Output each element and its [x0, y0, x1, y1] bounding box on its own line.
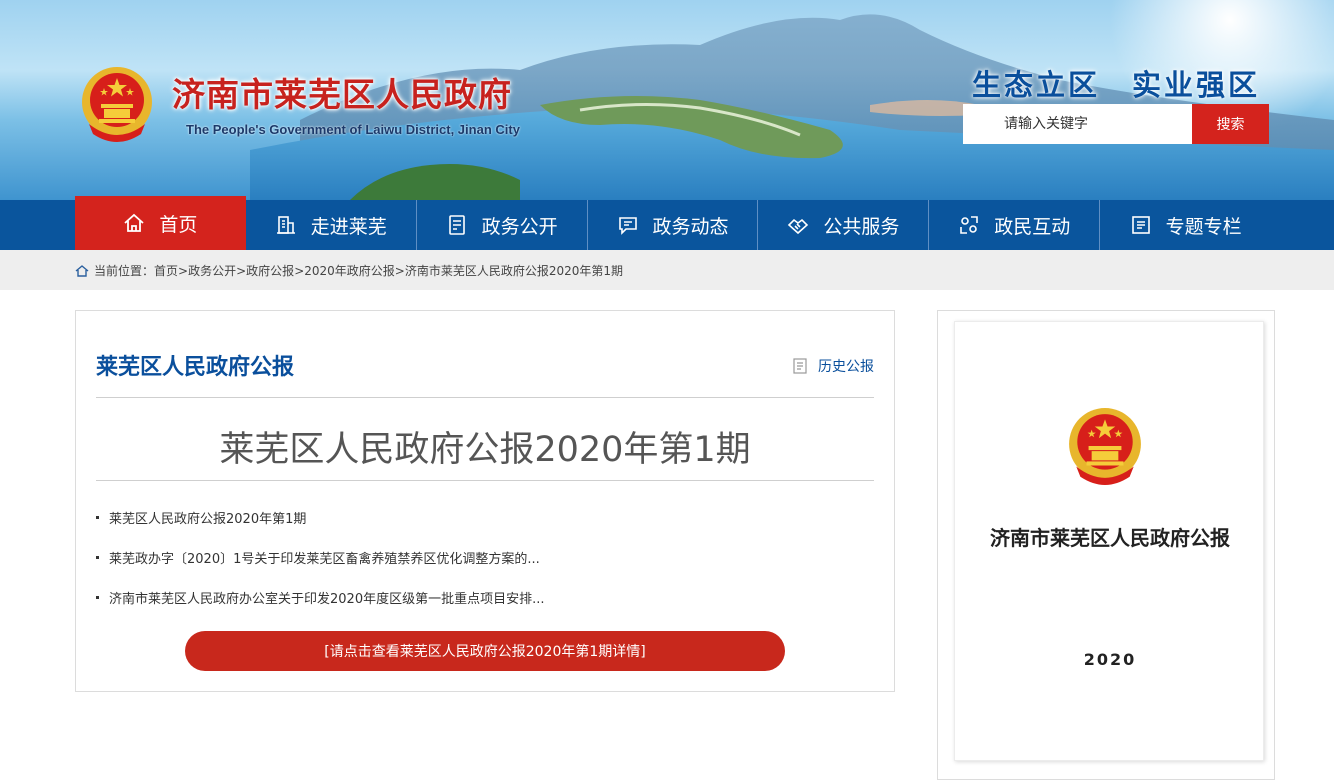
site-subtitle: The People's Government of Laiwu Distric…	[186, 122, 520, 137]
breadcrumb: 当前位置： 首页 > 政务公开 > 政府公报 > 2020年政府公报 > 济南市…	[75, 262, 623, 279]
chat-icon	[617, 214, 639, 236]
nav-item-label: 专题专栏	[1165, 215, 1242, 238]
nav-item-special[interactable]: 专题专栏	[1100, 200, 1271, 250]
list-icon	[1130, 214, 1152, 236]
article-list: 莱芜区人民政府公报2020年第1期 莱芜政办字〔2020〕1号关于印发莱芜区畜禽…	[96, 497, 874, 617]
search-button[interactable]: 搜索	[1192, 104, 1269, 144]
nav-item-interaction[interactable]: 政民互动	[929, 200, 1101, 250]
national-emblem-icon	[79, 64, 155, 148]
view-details-button[interactable]: [请点击查看莱芜区人民政府公报2020年第1期详情]	[185, 631, 785, 671]
breadcrumb-separator: >	[394, 263, 405, 278]
home-small-icon	[75, 264, 89, 278]
cover-year: 2020	[1083, 650, 1137, 669]
slogan-2: 实业强区	[1132, 68, 1261, 102]
home-icon	[123, 212, 145, 234]
document-small-icon	[793, 358, 807, 374]
issue-title: 莱芜区人民政府公报2020年第1期	[219, 430, 751, 470]
slogan: 生态立区 实业强区	[972, 62, 1260, 104]
gazette-cover[interactable]: 济南市莱芜区人民政府公报 2020	[954, 321, 1264, 761]
breadcrumb-home[interactable]: 首页	[154, 262, 178, 279]
cover-title: 济南市莱芜区人民政府公报	[990, 526, 1230, 550]
header-banner: 济南市莱芜区人民政府 The People's Government of La…	[0, 0, 1334, 200]
gazette-cover-panel: 济南市莱芜区人民政府公报 2020	[937, 310, 1275, 780]
handshake-icon	[787, 214, 809, 236]
breadcrumb-gov-affairs[interactable]: 政务公开	[188, 262, 236, 279]
nav-item-label: 首页	[159, 213, 198, 236]
search-input[interactable]	[963, 104, 1192, 144]
history-gazette-link[interactable]: 历史公报	[792, 356, 874, 376]
site-title: 济南市莱芜区人民政府	[172, 75, 512, 114]
slogan-1: 生态立区	[972, 68, 1101, 102]
article-item[interactable]: 济南市莱芜区人民政府办公室关于印发2020年度区级第一批重点项目安排...	[96, 577, 874, 617]
document-icon	[446, 214, 468, 236]
history-link-label: 历史公报	[818, 359, 874, 375]
breadcrumb-prefix: 当前位置：	[94, 264, 155, 278]
nav-item-label: 政务动态	[652, 215, 729, 238]
nav-item-label: 政民互动	[994, 215, 1071, 238]
divider	[96, 397, 874, 398]
nav-item-gov-affairs[interactable]: 政务公开	[417, 200, 588, 250]
panel-title: 莱芜区人民政府公报	[96, 355, 295, 380]
breadcrumb-bar: 当前位置： 首页 > 政务公开 > 政府公报 > 2020年政府公报 > 济南市…	[0, 250, 1334, 290]
breadcrumb-2020-gazette[interactable]: 2020年政府公报	[304, 262, 395, 279]
article-item[interactable]: 莱芜政办字〔2020〕1号关于印发莱芜区畜禽养殖禁养区优化调整方案的...	[96, 537, 874, 577]
breadcrumb-separator: >	[178, 263, 189, 278]
nav-item-news[interactable]: 政务动态	[588, 200, 759, 250]
interaction-icon	[958, 214, 980, 236]
national-emblem-icon	[1066, 404, 1144, 492]
nav-item-home[interactable]: 首页	[75, 196, 246, 250]
breadcrumb-current[interactable]: 济南市莱芜区人民政府公报2020年第1期	[405, 262, 623, 279]
nav-item-label: 公共服务	[823, 215, 900, 238]
main-nav: 首页 走进莱芜 政务公开 政务动态 公共服务 政民互动 专题专栏	[0, 196, 1334, 250]
breadcrumb-gazette[interactable]: 政府公报	[246, 262, 294, 279]
nav-item-public-service[interactable]: 公共服务	[758, 200, 930, 250]
article-item[interactable]: 莱芜区人民政府公报2020年第1期	[96, 497, 874, 537]
building-icon	[275, 214, 297, 236]
breadcrumb-separator: >	[236, 263, 247, 278]
nav-item-label: 政务公开	[481, 215, 558, 238]
nav-item-about[interactable]: 走进莱芜	[246, 200, 417, 250]
divider	[96, 480, 874, 481]
breadcrumb-separator: >	[294, 263, 305, 278]
nav-item-label: 走进莱芜	[310, 215, 387, 238]
gazette-panel: 莱芜区人民政府公报 历史公报 莱芜区人民政府公报2020年第1期 莱芜区人民政府…	[75, 310, 895, 692]
